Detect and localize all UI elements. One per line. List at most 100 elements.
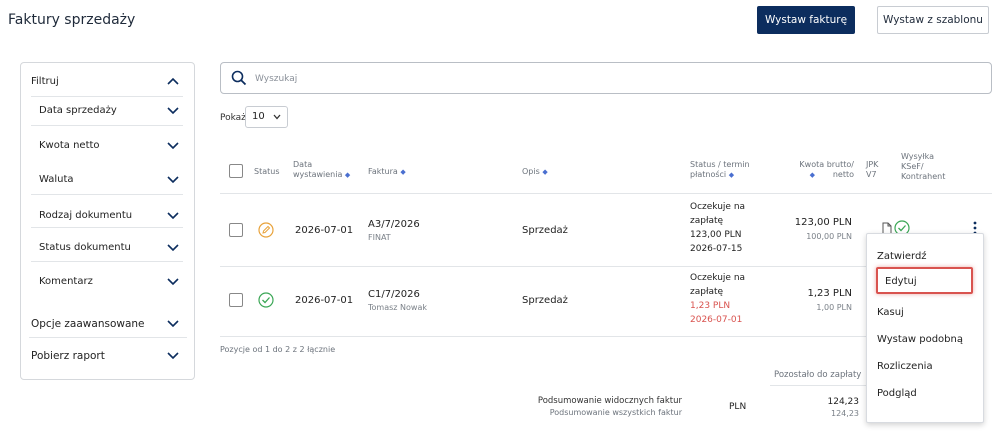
col-description[interactable]: Opis ◆ bbox=[522, 167, 548, 177]
chevron-down-icon bbox=[273, 114, 281, 120]
description: Sprzedaż bbox=[522, 295, 568, 306]
col-label: V7 bbox=[866, 170, 877, 179]
col-label: netto bbox=[832, 170, 854, 179]
menu-item-issue-similar[interactable]: Wystaw podobną bbox=[877, 334, 963, 345]
col-payment-status[interactable]: Status / termin płatności ◆ bbox=[690, 160, 750, 180]
payment-status: zapłatę bbox=[690, 287, 724, 297]
sort-icon: ◆ bbox=[728, 171, 735, 179]
invoice-number[interactable]: C1/7/2026 bbox=[368, 289, 420, 301]
col-label: Kwota brutto/ bbox=[799, 160, 854, 169]
chevron-down-icon bbox=[167, 278, 179, 286]
row-checkbox[interactable] bbox=[229, 293, 243, 307]
row-context-menu: Zatwierdź Edytuj Kasuj Wystaw podobną Ro… bbox=[866, 233, 984, 423]
remaining-label: Pozostało do zapłaty bbox=[774, 370, 862, 380]
divider bbox=[29, 337, 187, 338]
col-amount[interactable]: Kwota brutto/ ◆ netto bbox=[780, 160, 854, 180]
description: Sprzedaż bbox=[522, 225, 568, 236]
divider bbox=[31, 96, 183, 97]
invoice-number[interactable]: A3/7/2026 bbox=[368, 219, 420, 231]
payment-status: Oczekuje na bbox=[690, 202, 746, 212]
search-bar bbox=[220, 62, 992, 94]
chevron-down-icon bbox=[167, 352, 179, 360]
col-label: Opis bbox=[522, 167, 540, 176]
filter-title: Filtruj bbox=[31, 76, 59, 87]
visible-summary-label: Podsumowanie widocznych faktur bbox=[537, 396, 682, 406]
col-label: Wysyłka bbox=[901, 152, 935, 161]
chevron-down-icon bbox=[167, 176, 179, 184]
payment-status: zapłatę bbox=[690, 216, 724, 226]
col-label: Kontrahent bbox=[901, 172, 946, 181]
sort-icon: ◆ bbox=[344, 171, 351, 179]
col-label: JPK bbox=[866, 160, 879, 169]
col-label: Faktura bbox=[368, 167, 398, 176]
col-jpk: JPK V7 bbox=[866, 160, 878, 180]
filter-label: Data sprzedaży bbox=[39, 105, 117, 116]
col-status: Status bbox=[254, 167, 280, 176]
page-size-label: Pokaż bbox=[220, 113, 246, 123]
search-input[interactable] bbox=[255, 69, 955, 89]
report-label: Pobierz raport bbox=[31, 350, 105, 362]
advanced-label: Opcje zaawansowane bbox=[31, 318, 145, 330]
chevron-up-icon bbox=[167, 77, 179, 85]
col-issue-date[interactable]: Data wystawienia ◆ bbox=[293, 160, 350, 180]
filter-label: Status dokumentu bbox=[39, 242, 131, 253]
download-report[interactable]: Pobierz raport bbox=[21, 345, 194, 369]
issue-invoice-button[interactable]: Wystaw fakturę bbox=[757, 6, 855, 34]
chevron-down-icon bbox=[167, 142, 179, 150]
gross-amount: 1,23 PLN bbox=[807, 288, 852, 299]
filter-label: Rodzaj dokumentu bbox=[39, 210, 133, 221]
divider bbox=[31, 227, 183, 228]
divider bbox=[31, 194, 183, 195]
filter-label: Komentarz bbox=[39, 276, 93, 287]
menu-item-approve[interactable]: Zatwierdź bbox=[877, 251, 927, 262]
page-size-select[interactable]: 10 bbox=[245, 106, 288, 128]
sort-icon: ◆ bbox=[809, 171, 816, 179]
menu-item-edit[interactable]: Edytuj bbox=[885, 276, 917, 287]
filter-label: Kwota netto bbox=[39, 140, 100, 151]
search-icon bbox=[231, 70, 247, 86]
client-name: Tomasz Nowak bbox=[368, 303, 427, 312]
filter-label: Waluta bbox=[39, 174, 74, 185]
filter-document-type[interactable]: Rodzaj dokumentu bbox=[21, 205, 194, 229]
col-label: KSeF/ bbox=[901, 162, 924, 171]
col-label: wystawienia bbox=[293, 170, 343, 179]
sort-icon: ◆ bbox=[542, 168, 548, 176]
paid-status-icon bbox=[258, 292, 274, 308]
row-checkbox[interactable] bbox=[229, 223, 243, 237]
filter-document-status[interactable]: Status dokumentu bbox=[21, 237, 194, 261]
net-amount: 1,00 PLN bbox=[816, 303, 852, 312]
menu-item-preview[interactable]: Podgląd bbox=[877, 388, 917, 399]
filter-sale-date[interactable]: Data sprzedaży bbox=[21, 100, 194, 124]
advanced-options[interactable]: Opcje zaawansowane bbox=[21, 313, 194, 337]
sort-icon: ◆ bbox=[400, 168, 406, 176]
all-summary-value: 124,23 bbox=[831, 409, 859, 418]
summary-currency: PLN bbox=[729, 402, 747, 412]
filter-toggle[interactable]: Filtruj bbox=[21, 71, 194, 95]
pager-info: Pozycje od 1 do 2 z 2 łącznie bbox=[220, 345, 336, 354]
filter-sidebar: Filtruj Data sprzedaży Kwota netto Walut… bbox=[20, 62, 195, 380]
filter-net-amount[interactable]: Kwota netto bbox=[21, 135, 194, 159]
menu-item-delete[interactable]: Kasuj bbox=[877, 307, 904, 318]
divider bbox=[31, 125, 183, 126]
page-size-value: 10 bbox=[252, 111, 265, 122]
all-summary-label: Podsumowanie wszystkich faktur bbox=[549, 408, 682, 417]
issue-date: 2026-07-01 bbox=[295, 225, 354, 236]
divider bbox=[220, 266, 866, 267]
col-invoice[interactable]: Faktura ◆ bbox=[368, 167, 406, 177]
net-amount: 100,00 PLN bbox=[806, 232, 852, 241]
issue-from-template-button[interactable]: Wystaw z szablonu bbox=[877, 6, 989, 34]
payment-due-date-overdue: 2026-07-01 bbox=[690, 315, 743, 325]
filter-comment[interactable]: Komentarz bbox=[21, 271, 194, 295]
col-label: płatności bbox=[690, 170, 727, 179]
chevron-down-icon bbox=[167, 212, 179, 220]
visible-summary-value: 124,23 bbox=[827, 397, 860, 407]
pending-status-icon bbox=[258, 222, 274, 238]
col-label: Data bbox=[293, 160, 313, 169]
divider bbox=[31, 261, 183, 262]
menu-item-settlements[interactable]: Rozliczenia bbox=[877, 361, 933, 372]
select-all-checkbox[interactable] bbox=[229, 164, 243, 178]
col-ksef: Wysyłka KSeF/ Kontrahent bbox=[901, 152, 945, 182]
payment-due-date: 2026-07-15 bbox=[690, 244, 743, 254]
payment-amount-overdue: 1,23 PLN bbox=[690, 301, 731, 311]
filter-currency[interactable]: Waluta bbox=[21, 169, 194, 193]
